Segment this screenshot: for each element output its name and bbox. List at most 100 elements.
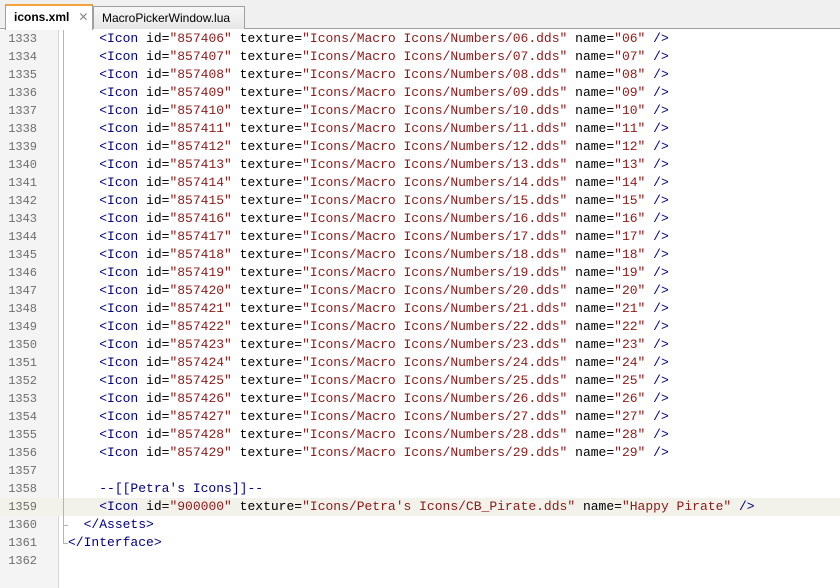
xml-value: "857417" <box>169 229 232 244</box>
code-line[interactable]: 1343 <Icon id="857416" texture="Icons/Ma… <box>0 210 840 228</box>
xml-attribute: name= <box>567 121 615 136</box>
xml-attribute: id= <box>138 319 170 334</box>
code-line[interactable]: 1345 <Icon id="857418" texture="Icons/Ma… <box>0 246 840 264</box>
fold-marker <box>60 102 68 120</box>
xml-value: "18" <box>614 247 646 262</box>
fold-marker <box>60 444 68 462</box>
xml-tag: <Icon <box>99 499 139 514</box>
xml-value: "14" <box>614 175 646 190</box>
xml-value: "857408" <box>169 67 232 82</box>
xml-attribute: name= <box>567 211 615 226</box>
xml-value: "06" <box>614 31 646 46</box>
xml-attribute: id= <box>138 427 170 442</box>
code-line[interactable]: 1348 <Icon id="857421" texture="Icons/Ma… <box>0 300 840 318</box>
tab-macropickerwindow-lua[interactable]: MacroPickerWindow.lua <box>93 6 245 29</box>
code-line[interactable]: 1352 <Icon id="857425" texture="Icons/Ma… <box>0 372 840 390</box>
xml-tag: /> <box>645 445 669 460</box>
fold-marker <box>60 336 68 354</box>
xml-attribute: name= <box>567 283 615 298</box>
line-number: 1356 <box>8 446 37 460</box>
xml-tag: /> <box>645 247 669 262</box>
xml-value: "857424" <box>169 355 232 370</box>
code-line[interactable]: 1350 <Icon id="857423" texture="Icons/Ma… <box>0 336 840 354</box>
code-line[interactable]: 1334 <Icon id="857407" texture="Icons/Ma… <box>0 48 840 66</box>
code-line[interactable]: 1354 <Icon id="857427" texture="Icons/Ma… <box>0 408 840 426</box>
xml-attribute: id= <box>138 355 170 370</box>
code-line[interactable]: 1359 <Icon id="900000" texture="Icons/Pe… <box>0 498 840 516</box>
code-text: <Icon id="857416" texture="Icons/Macro I… <box>68 210 669 228</box>
code-line[interactable]: 1355 <Icon id="857428" texture="Icons/Ma… <box>0 426 840 444</box>
code-text: <Icon id="857422" texture="Icons/Macro I… <box>68 318 669 336</box>
code-text: <Icon id="857426" texture="Icons/Macro I… <box>68 390 669 408</box>
code-line[interactable]: 1356 <Icon id="857429" texture="Icons/Ma… <box>0 444 840 462</box>
code-line[interactable]: 1353 <Icon id="857426" texture="Icons/Ma… <box>0 390 840 408</box>
fold-marker <box>60 462 68 480</box>
code-line[interactable]: 1360 </Assets> <box>0 516 840 534</box>
code-line[interactable]: 1346 <Icon id="857419" texture="Icons/Ma… <box>0 264 840 282</box>
code-editor[interactable]: 1333 <Icon id="857406" texture="Icons/Ma… <box>0 30 840 588</box>
xml-attribute: texture= <box>231 319 303 334</box>
code-line[interactable]: 1333 <Icon id="857406" texture="Icons/Ma… <box>0 30 840 48</box>
xml-tag: <Icon <box>99 445 139 460</box>
xml-attribute: texture= <box>231 445 303 460</box>
code-line[interactable]: 1339 <Icon id="857412" texture="Icons/Ma… <box>0 138 840 156</box>
xml-tag: /> <box>645 211 669 226</box>
code-line[interactable]: 1351 <Icon id="857424" texture="Icons/Ma… <box>0 354 840 372</box>
line-number: 1351 <box>8 356 37 370</box>
xml-attribute: id= <box>138 445 170 460</box>
xml-value: "Icons/Macro Icons/Numbers/11.dds" <box>302 121 568 136</box>
code-line[interactable]: 1338 <Icon id="857411" texture="Icons/Ma… <box>0 120 840 138</box>
xml-value: "857412" <box>169 139 232 154</box>
code-line[interactable]: 1344 <Icon id="857417" texture="Icons/Ma… <box>0 228 840 246</box>
code-line[interactable]: 1361 </Interface> <box>0 534 840 552</box>
code-line[interactable]: 1336 <Icon id="857409" texture="Icons/Ma… <box>0 84 840 102</box>
xml-attribute: texture= <box>231 499 303 514</box>
code-line[interactable]: 1358 --[[Petra's Icons]]-- <box>0 480 840 498</box>
code-text: <Icon id="857415" texture="Icons/Macro I… <box>68 192 669 210</box>
xml-attribute: id= <box>138 121 170 136</box>
fold-marker <box>60 516 68 534</box>
code-line[interactable]: 1362 <box>0 552 840 570</box>
xml-attribute: texture= <box>231 175 303 190</box>
xml-value: "21" <box>614 301 646 316</box>
close-icon[interactable]: ✕ <box>78 10 88 24</box>
code-line[interactable]: 1342 <Icon id="857415" texture="Icons/Ma… <box>0 192 840 210</box>
fold-marker <box>60 498 68 516</box>
xml-tag: <Icon <box>99 283 139 298</box>
code-text: <Icon id="857425" texture="Icons/Macro I… <box>68 372 669 390</box>
xml-value: "Icons/Macro Icons/Numbers/08.dds" <box>302 67 568 82</box>
code-line[interactable]: 1337 <Icon id="857410" texture="Icons/Ma… <box>0 102 840 120</box>
tab-label: icons.xml <box>14 10 70 24</box>
xml-attribute: name= <box>567 49 615 64</box>
xml-attribute: texture= <box>231 157 303 172</box>
xml-attribute: texture= <box>231 193 303 208</box>
fold-marker <box>60 192 68 210</box>
code-line[interactable]: 1349 <Icon id="857422" texture="Icons/Ma… <box>0 318 840 336</box>
code-line[interactable]: 1341 <Icon id="857414" texture="Icons/Ma… <box>0 174 840 192</box>
fold-marker <box>60 534 68 552</box>
xml-attribute: id= <box>138 139 170 154</box>
xml-attribute: name= <box>567 103 615 118</box>
xml-value: "857421" <box>169 301 232 316</box>
code-text: <Icon id="857414" texture="Icons/Macro I… <box>68 174 669 192</box>
xml-tag: /> <box>645 229 669 244</box>
xml-value: "857418" <box>169 247 232 262</box>
code-line[interactable]: 1347 <Icon id="857420" texture="Icons/Ma… <box>0 282 840 300</box>
code-text: <Icon id="857410" texture="Icons/Macro I… <box>68 102 669 120</box>
line-number: 1349 <box>8 320 37 334</box>
xml-attribute: name= <box>567 337 615 352</box>
code-line[interactable]: 1340 <Icon id="857413" texture="Icons/Ma… <box>0 156 840 174</box>
code-text: <Icon id="857412" texture="Icons/Macro I… <box>68 138 669 156</box>
xml-attribute: id= <box>138 31 170 46</box>
tab-icons-xml[interactable]: icons.xml ✕ <box>5 4 93 30</box>
xml-tag: <Icon <box>99 103 139 118</box>
code-line[interactable]: 1335 <Icon id="857408" texture="Icons/Ma… <box>0 66 840 84</box>
code-line[interactable]: 1357 <box>0 462 840 480</box>
code-text: <Icon id="900000" texture="Icons/Petra's… <box>68 498 754 516</box>
xml-tag: <Icon <box>99 355 139 370</box>
line-number: 1339 <box>8 140 37 154</box>
line-number: 1357 <box>8 464 37 478</box>
xml-attribute: texture= <box>231 337 303 352</box>
code-text: <Icon id="857406" texture="Icons/Macro I… <box>68 30 669 48</box>
xml-attribute: texture= <box>231 427 303 442</box>
